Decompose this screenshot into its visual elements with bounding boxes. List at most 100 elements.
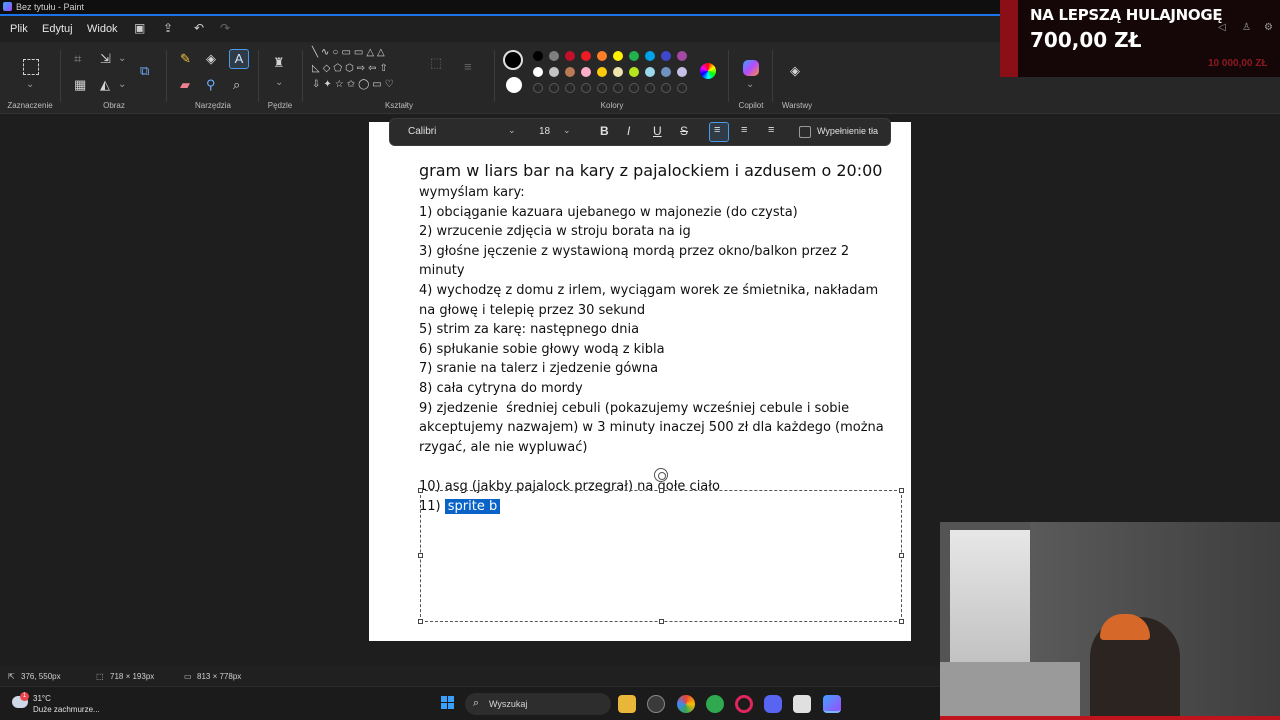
canvas-text[interactable]: gram w liars bar na kary z pajalockiem i… [419, 160, 889, 516]
shapes-row-1[interactable]: ╲∿○▭▭△△ [312, 48, 388, 58]
line-width-icon[interactable]: ≡ [464, 60, 472, 73]
discord-icon[interactable] [764, 695, 782, 713]
bold-button[interactable]: B [600, 124, 609, 138]
color-swatch[interactable] [533, 67, 543, 77]
align-center-icon[interactable]: ≡ [741, 124, 747, 136]
color-swatch[interactable] [597, 51, 607, 61]
color-swatch[interactable] [661, 51, 671, 61]
color-swatch[interactable] [565, 67, 575, 77]
resize-handle[interactable] [418, 553, 423, 558]
color-swatch[interactable] [581, 51, 591, 61]
color-swatch[interactable] [629, 67, 639, 77]
custom-color-slot[interactable] [533, 83, 543, 93]
custom-color-slot[interactable] [661, 83, 671, 93]
rectangle-select-icon[interactable] [23, 59, 39, 75]
color-swatch[interactable] [677, 51, 687, 61]
image-transform-icon[interactable]: ⧉ [140, 64, 149, 77]
primary-color-swatch[interactable] [503, 50, 523, 70]
color-swatch[interactable] [613, 51, 623, 61]
remove-background-icon[interactable]: ▦ [74, 78, 86, 91]
custom-color-slot[interactable] [645, 83, 655, 93]
shapes-row-2[interactable]: ◺◇⬠⬡⇨⇦⇧ [312, 64, 391, 74]
rotate-handle-icon[interactable] [654, 468, 668, 482]
text-box-selection[interactable] [420, 490, 902, 622]
windows-start-icon[interactable] [441, 696, 455, 710]
text-tool-icon[interactable]: A [229, 49, 249, 69]
paint-taskbar-icon[interactable] [823, 695, 841, 713]
custom-color-slot[interactable] [549, 83, 559, 93]
menu-view[interactable]: Widok [87, 23, 118, 35]
chevron-down-icon[interactable]: ⌄ [275, 78, 283, 88]
file-explorer-icon[interactable] [618, 695, 636, 713]
font-family-dropdown[interactable]: Calibri [408, 126, 436, 137]
color-swatch[interactable] [613, 67, 623, 77]
custom-color-slot[interactable] [629, 83, 639, 93]
color-swatch[interactable] [645, 67, 655, 77]
color-swatch[interactable] [549, 51, 559, 61]
chevron-down-icon[interactable]: ⌄ [508, 125, 516, 136]
underline-button[interactable]: U [653, 124, 662, 138]
chevron-down-icon[interactable]: ⌄ [118, 80, 126, 90]
color-swatch[interactable] [549, 67, 559, 77]
fill-bucket-icon[interactable]: ◈ [206, 52, 216, 65]
color-swatch[interactable] [581, 67, 591, 77]
color-swatch[interactable] [677, 67, 687, 77]
copilot-icon[interactable] [743, 60, 759, 76]
crop-icon[interactable]: ⌗ [74, 52, 81, 65]
text-lines: wymyślam kary: 1) obciąganie kazuara ujeb… [419, 183, 889, 497]
custom-color-slot[interactable] [613, 83, 623, 93]
color-swatch[interactable] [533, 51, 543, 61]
eraser-icon[interactable]: ▰ [180, 78, 190, 91]
resize-handle[interactable] [418, 619, 423, 624]
chevron-down-icon[interactable]: ⌄ [118, 54, 126, 64]
custom-color-slot[interactable] [677, 83, 687, 93]
chevron-down-icon[interactable]: ⌄ [26, 80, 34, 90]
resize-icon[interactable]: ⇲ [100, 52, 111, 65]
chevron-down-icon[interactable]: ⌄ [563, 125, 571, 136]
strikethrough-button[interactable]: S [680, 124, 688, 138]
resize-handle[interactable] [659, 619, 664, 624]
fill-background-checkbox[interactable] [799, 126, 811, 138]
pencil-icon[interactable]: ✎ [180, 52, 191, 65]
resize-handle[interactable] [899, 488, 904, 493]
custom-color-slot[interactable] [597, 83, 607, 93]
font-size-dropdown[interactable]: 18 [539, 126, 550, 137]
menu-edit[interactable]: Edytuj [42, 23, 73, 35]
custom-color-slot[interactable] [581, 83, 591, 93]
resize-handle[interactable] [418, 488, 423, 493]
app-icon[interactable] [647, 695, 665, 713]
save-icon[interactable]: ▣ [134, 21, 145, 35]
color-swatch[interactable] [629, 51, 639, 61]
layers-icon[interactable]: ◈ [790, 64, 800, 77]
menu-file[interactable]: Plik [10, 23, 28, 35]
share-icon[interactable]: ⇪ [163, 21, 173, 35]
browser-icon[interactable] [706, 695, 724, 713]
color-picker-icon[interactable]: ⚲ [206, 78, 216, 91]
italic-button[interactable]: I [627, 124, 630, 138]
chevron-down-icon[interactable]: ⌄ [746, 80, 754, 90]
magnifier-icon[interactable]: ⌕ [233, 78, 240, 91]
custom-color-slot[interactable] [565, 83, 575, 93]
text-line: wymyślam kary: [419, 185, 525, 200]
redo-icon[interactable]: ↷ [220, 21, 230, 35]
resize-handle[interactable] [659, 488, 664, 493]
brush-icon[interactable]: ♜ [273, 56, 285, 69]
capcut-icon[interactable] [793, 695, 811, 713]
color-swatch[interactable] [661, 67, 671, 77]
color-swatch[interactable] [597, 67, 607, 77]
secondary-color-swatch[interactable] [506, 77, 522, 93]
chrome-icon[interactable] [677, 695, 695, 713]
resize-handle[interactable] [899, 619, 904, 624]
undo-icon[interactable]: ↶ [194, 21, 204, 35]
color-swatch[interactable] [565, 51, 575, 61]
color-wheel-icon[interactable] [700, 63, 716, 79]
rotate-icon[interactable]: ◭ [100, 78, 110, 91]
shapes-row-3[interactable]: ⇩✦☆✩◯▭♡ [312, 80, 397, 90]
align-left-icon: ≡ [714, 124, 721, 136]
taskbar-search[interactable]: ⌕ Wyszukaj [465, 693, 611, 715]
shape-outline-icon[interactable]: ⬚ [430, 56, 442, 69]
opera-icon[interactable] [735, 695, 753, 713]
align-right-icon[interactable]: ≡ [768, 124, 774, 136]
resize-handle[interactable] [899, 553, 904, 558]
color-swatch[interactable] [645, 51, 655, 61]
